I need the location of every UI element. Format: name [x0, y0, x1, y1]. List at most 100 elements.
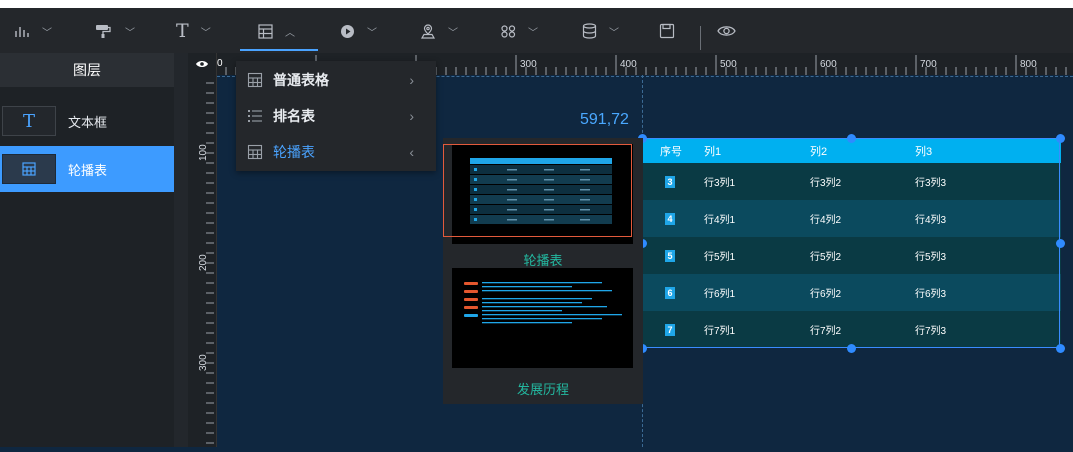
toolbar-divider [700, 26, 701, 50]
table-icon [247, 72, 263, 88]
eye-icon [717, 26, 736, 36]
save-icon [659, 23, 675, 39]
resize-handle[interactable] [847, 344, 856, 353]
table-cell: 行3列3 [915, 178, 947, 189]
preview-selected-border [443, 144, 632, 237]
header-cell: 序号 [660, 145, 682, 158]
ruler-zero: 0 [217, 58, 223, 69]
text-icon: T [2, 106, 56, 136]
ruler-corner[interactable] [188, 53, 216, 75]
table-cell: 行6列3 [915, 289, 947, 300]
table-cell: 行7列2 [810, 326, 842, 337]
carousel-table-widget[interactable]: 序号 列1 列2 列3 3 行3列1 行3列2 行3列3 4 行4列1 行4列2… [642, 138, 1061, 348]
resize-handle[interactable] [1056, 134, 1065, 143]
layer-label: 轮播表 [68, 162, 108, 178]
menu-item-carousel-table[interactable]: 轮播表 ‹ [236, 134, 436, 170]
chevron-up-icon: ︿ [285, 27, 295, 39]
table-cell: 行3列2 [810, 178, 842, 189]
chevron-down-icon: ﹀ [448, 27, 458, 39]
header-cell: 列2 [810, 145, 828, 158]
preview-label[interactable]: 轮播表 [443, 250, 643, 269]
table-row: 4 行4列1 行4列2 行4列3 [642, 200, 1061, 237]
media-menu-button[interactable]: ﹀ [340, 16, 377, 46]
table-row: 7 行7列1 行7列2 行7列3 [642, 311, 1061, 348]
header-cell: 列3 [915, 145, 933, 158]
menu-item-ranking-table[interactable]: 排名表 › [236, 98, 436, 134]
eye-icon [196, 61, 208, 67]
table-cell: 行5列2 [810, 252, 842, 263]
table-row: 3 行3列1 行3列2 行3列3 [642, 163, 1061, 200]
row-index-badge: 5 [665, 249, 675, 262]
panel-gutter [174, 53, 188, 447]
row-index-badge: 4 [665, 212, 675, 225]
resize-handle[interactable] [847, 134, 856, 143]
chevron-down-icon: ﹀ [528, 27, 538, 39]
ruler-ticks [206, 82, 214, 444]
table-cell: 行4列2 [810, 215, 842, 226]
menu-item-label: 轮播表 [273, 144, 315, 160]
ruler-label: 300 [520, 59, 537, 70]
table-row: 5 行5列1 行5列2 行5列3 [642, 237, 1061, 274]
menu-item-normal-table[interactable]: 普通表格 › [236, 62, 436, 98]
map-pin-icon [420, 24, 436, 39]
chevron-right-icon: › [409, 72, 414, 88]
row-index-badge: 3 [665, 175, 675, 188]
save-button[interactable] [659, 16, 675, 46]
ruler-label: 800 [1020, 59, 1037, 70]
layers-panel: 图层 T 文本框 轮播表 [0, 53, 174, 447]
resize-handle[interactable] [1056, 239, 1065, 248]
ruler-label: 400 [620, 59, 637, 70]
carousel-table-submenu: 轮播表 发展历程 [443, 138, 643, 404]
table-cell: 行7列3 [915, 326, 947, 337]
chevron-left-icon: ‹ [409, 144, 414, 160]
menu-item-label: 排名表 [273, 108, 315, 124]
ruler-label: 100 [198, 144, 209, 161]
table-icon [247, 144, 263, 160]
header-cell: 列1 [704, 145, 722, 158]
layers-panel-title: 图层 [0, 53, 174, 87]
text-menu-button[interactable]: T ﹀ [176, 16, 211, 46]
table-cell: 行4列1 [704, 215, 736, 226]
chevron-right-icon: › [409, 108, 414, 124]
layer-item-carousel-table[interactable]: 轮播表 [0, 146, 174, 192]
table-row: 6 行6列1 行6列2 行6列3 [642, 274, 1061, 311]
position-readout: 591,72 [580, 111, 629, 128]
toolbar: ﹀ ﹀ T ﹀ ︿ ﹀ ﹀ ﹀ ﹀ [0, 8, 1073, 53]
chart-menu-button[interactable]: ﹀ [14, 16, 52, 46]
preview-label[interactable]: 发展历程 [443, 379, 643, 398]
text-icon: T [176, 20, 189, 42]
row-index-badge: 7 [665, 323, 675, 336]
table-cell: 行4列3 [915, 215, 947, 226]
resize-handle[interactable] [1056, 344, 1065, 353]
layer-item-textbox[interactable]: T 文本框 [0, 98, 174, 144]
table-icon [2, 154, 56, 184]
menu-item-label: 普通表格 [273, 72, 329, 88]
table-cell: 行6列1 [704, 289, 736, 300]
table-icon [258, 23, 273, 39]
row-index-badge: 6 [665, 286, 675, 299]
vertical-ruler: 100 200 300 [188, 53, 217, 447]
active-tab-indicator [240, 49, 318, 51]
ruler-label: 600 [820, 59, 837, 70]
ruler-label: 700 [920, 59, 937, 70]
widget-icon [501, 24, 516, 38]
widget-menu-button[interactable]: ﹀ [501, 16, 538, 46]
table-cell: 行5列3 [915, 252, 947, 263]
map-menu-button[interactable]: ﹀ [420, 16, 458, 46]
chevron-down-icon: ﹀ [609, 27, 619, 39]
timeline-preview [464, 282, 622, 324]
data-menu-button[interactable]: ﹀ [582, 16, 619, 46]
window-top-strip [0, 0, 1073, 8]
table-dropdown-menu: 普通表格 › 排名表 › 轮播表 ‹ [236, 61, 436, 171]
preview-button[interactable] [717, 16, 736, 46]
table-cell: 行3列1 [704, 178, 736, 189]
ruler-label: 500 [720, 59, 737, 70]
preview-card-timeline[interactable] [452, 268, 633, 368]
ruler-label: 300 [198, 354, 209, 371]
table-menu-button[interactable]: ︿ [258, 16, 295, 46]
chevron-down-icon: ﹀ [367, 27, 377, 39]
chevron-down-icon: ﹀ [42, 27, 52, 39]
table-cell: 行7列1 [704, 326, 736, 337]
style-menu-button[interactable]: ﹀ [95, 16, 135, 46]
chart-icon [15, 27, 29, 37]
